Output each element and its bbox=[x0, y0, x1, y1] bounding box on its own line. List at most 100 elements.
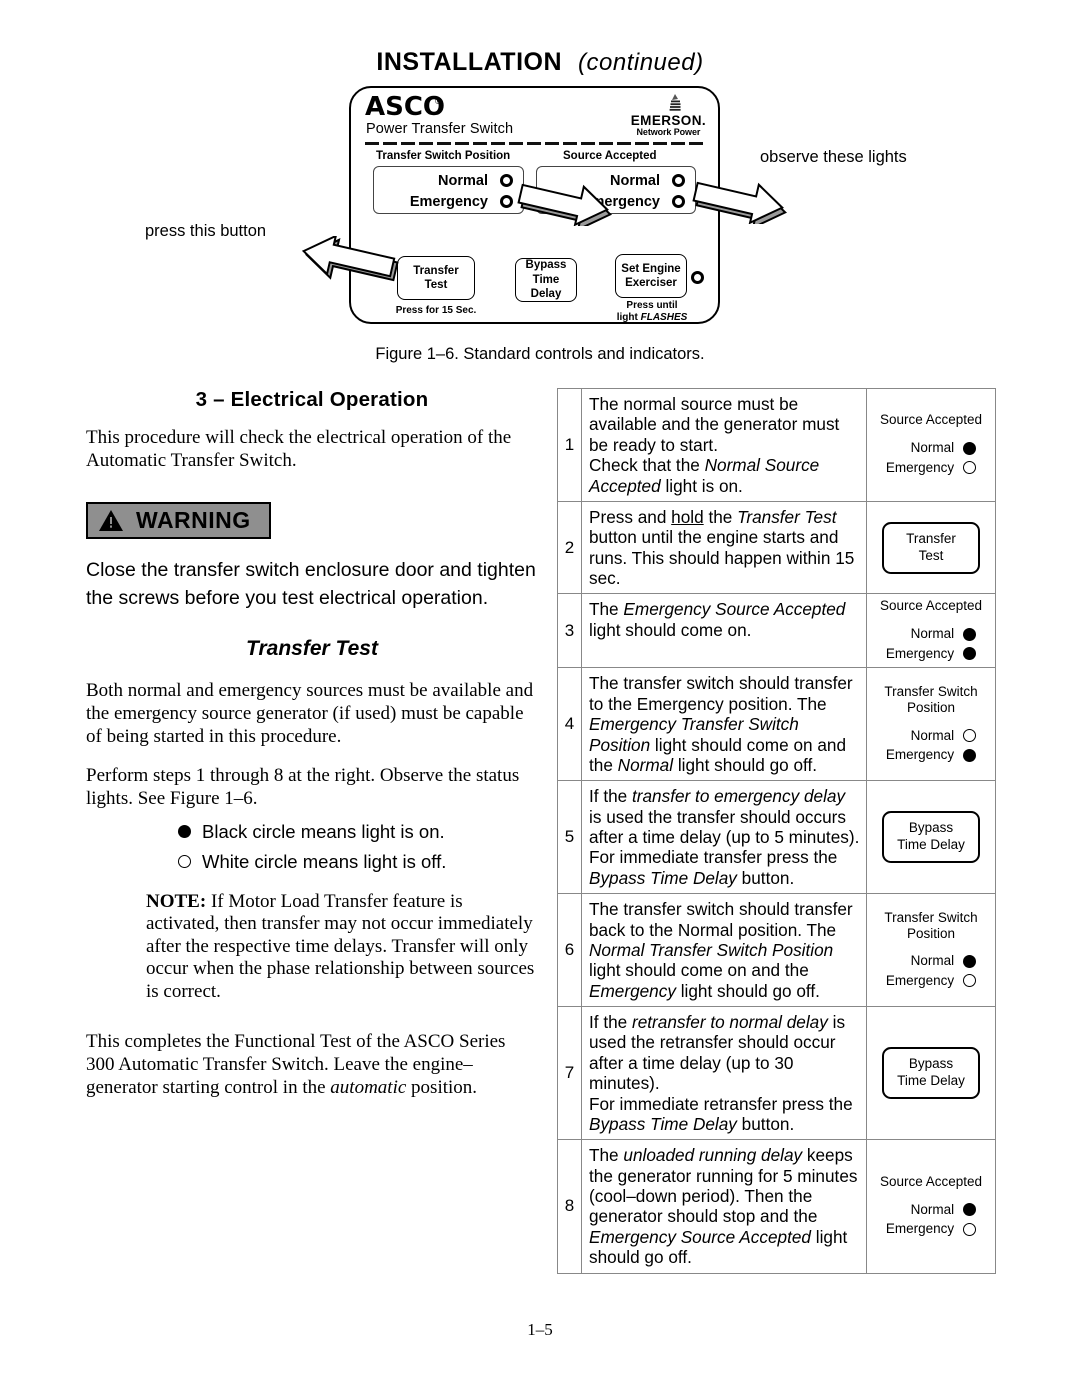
push-button-line2: Test bbox=[918, 547, 944, 563]
indicator-line-label: Emergency bbox=[885, 973, 955, 989]
step-indicator-cell: Transfer Switch Position Normal Emergency bbox=[866, 667, 996, 782]
intro-paragraph: This procedure will check the electrical… bbox=[86, 427, 512, 472]
push-button-line1: Bypass bbox=[908, 1056, 954, 1072]
step-number: 4 bbox=[557, 667, 582, 782]
left-text-column: 3 – Electrical Operation This procedure … bbox=[86, 388, 538, 1115]
indicator-line-label: Emergency bbox=[885, 459, 955, 475]
filled-circle-icon bbox=[963, 954, 977, 968]
callout-press-this-button: press this button bbox=[145, 222, 267, 240]
indicator-lines: Normal Emergency bbox=[886, 1200, 977, 1239]
step-number: 3 bbox=[557, 593, 582, 669]
group-label-transfer-switch-position: Transfer Switch Position bbox=[376, 150, 511, 162]
faceplate-transfer-test-line2: Test bbox=[424, 279, 448, 291]
indicator-group-title: Source Accepted bbox=[879, 598, 983, 614]
indicator-group-title: Source Accepted bbox=[879, 1173, 983, 1189]
indicator-lines: Normal Emergency bbox=[885, 726, 977, 765]
step-indicator-cell: Transfer Switch Position Normal Emergency bbox=[866, 893, 996, 1008]
push-button-line2: Time Delay bbox=[897, 837, 965, 853]
faceplate-sa-emergency-led-icon bbox=[672, 195, 685, 208]
callout-arrow-middle-icon bbox=[517, 183, 613, 226]
asco-logo: ASCO bbox=[365, 92, 446, 122]
indicator-line-label: Normal bbox=[910, 953, 955, 969]
faceplate-sa-normal-led-icon bbox=[672, 174, 685, 187]
step-indicator-cell: Bypass Time Delay bbox=[866, 780, 996, 895]
faceplate-tsp-normal-led-icon bbox=[500, 174, 513, 187]
indicator-line: Normal bbox=[886, 1200, 977, 1220]
faceplate-bypass-line1: Bypass bbox=[525, 259, 567, 272]
group-label-source-accepted: Source Accepted bbox=[563, 150, 657, 162]
faceplate-exerciser-note: Press until light FLASHES bbox=[613, 300, 691, 324]
indicator-line: Normal bbox=[886, 438, 977, 458]
indicator-line: Emergency bbox=[885, 458, 977, 478]
legend-label-off: White circle means light is off. bbox=[202, 850, 447, 872]
note-paragraph: NOTE: If Motor Load Transfer feature is … bbox=[146, 891, 538, 1004]
page-title-main: INSTALLATION bbox=[376, 48, 563, 76]
step-description: Press and hold the Transfer Test button … bbox=[581, 500, 867, 595]
indicator-line: Normal bbox=[886, 624, 977, 644]
closing-paragraph: This completes the Functional Test of th… bbox=[86, 1030, 506, 1098]
faceplate-sa-normal-label: Normal bbox=[610, 172, 660, 189]
legend-label-on: Black circle means light is on. bbox=[202, 820, 445, 842]
faceplate-exerciser-line2: Exerciser bbox=[625, 277, 677, 289]
indicator-line: Normal bbox=[886, 726, 977, 746]
warning-label: WARNING bbox=[136, 507, 251, 534]
push-button-line1: Transfer bbox=[906, 530, 956, 546]
table-row: 7 If the retransfer to normal delay is us… bbox=[557, 1006, 996, 1141]
indicator-line-label: Emergency bbox=[885, 747, 955, 763]
warning-body: Close the transfer switch enclosure door… bbox=[86, 559, 536, 610]
paragraph-perform-steps: Perform steps 1 through 8 at the right. … bbox=[86, 765, 520, 810]
subsection-heading-transfer-test: Transfer Test bbox=[246, 636, 378, 660]
figure-caption: Figure 1–6. Standard controls and indica… bbox=[375, 345, 705, 363]
faceplate-transfer-test-line1: Transfer bbox=[413, 264, 459, 277]
step-description: The normal source must be available and … bbox=[581, 388, 867, 502]
faceplate-bypass-time-delay-button[interactable]: Bypass Time Delay bbox=[515, 258, 577, 302]
page-number: 1–5 bbox=[527, 1320, 553, 1339]
indicator-box-transfer-switch-position: Normal Emergency bbox=[373, 166, 524, 214]
indicator-line-label: Normal bbox=[910, 1201, 955, 1217]
paragraph-sources: Both normal and emergency sources must b… bbox=[86, 679, 534, 748]
table-row: 6 The transfer switch should transfer bac… bbox=[557, 893, 996, 1008]
faceplate-transfer-test-note: Press for 15 Sec. bbox=[395, 305, 477, 316]
indicator-push-button[interactable]: Bypass Time Delay bbox=[882, 1047, 980, 1100]
faceplate-exerciser-note-line2b: FLASHES bbox=[640, 312, 688, 323]
step-indicator-cell: Bypass Time Delay bbox=[866, 1006, 996, 1141]
faceplate-set-engine-exerciser-button[interactable]: Set Engine Exerciser bbox=[615, 254, 687, 298]
step-number: 5 bbox=[557, 780, 582, 895]
open-circle-icon bbox=[963, 974, 977, 988]
faceplate-subtitle: Power Transfer Switch bbox=[366, 121, 514, 137]
open-circle-icon bbox=[178, 855, 191, 869]
indicator-lines: Normal Emergency bbox=[886, 624, 977, 663]
open-circle-icon bbox=[963, 1222, 977, 1236]
step-indicator-cell: Transfer Test bbox=[866, 500, 996, 595]
step-indicator-cell: Source Accepted Normal Emergency bbox=[866, 388, 996, 502]
open-circle-icon bbox=[963, 729, 977, 742]
faceplate-tsp-emergency-led-icon bbox=[500, 195, 513, 208]
table-row: 5 If the transfer to emergency delay is u… bbox=[557, 780, 996, 895]
section-heading: 3 – Electrical Operation bbox=[195, 388, 429, 411]
legend-list: Black circle means light is on. White ci… bbox=[86, 821, 538, 873]
step-description: The transfer switch should transfer back… bbox=[581, 893, 867, 1008]
indicator-push-button[interactable]: Transfer Test bbox=[882, 521, 980, 574]
callout-arrow-left-icon bbox=[301, 236, 399, 282]
step-description: The unloaded running delay keeps the gen… bbox=[581, 1139, 867, 1274]
open-circle-icon bbox=[963, 461, 977, 475]
page-title: INSTALLATION (continued) bbox=[0, 48, 1080, 77]
faceplate-exerciser-led-icon bbox=[691, 271, 704, 284]
indicator-push-button[interactable]: Bypass Time Delay bbox=[882, 811, 980, 864]
note-label: NOTE: bbox=[146, 890, 207, 912]
emerson-tagline: Network Power bbox=[636, 127, 701, 138]
indicator-line: Emergency bbox=[886, 1219, 977, 1239]
indicator-group-title: Transfer Switch Position bbox=[884, 683, 978, 715]
faceplate-bypass-line2: Time Delay bbox=[530, 273, 562, 301]
faceplate-exerciser-line1: Set Engine bbox=[621, 262, 681, 275]
faceplate-exerciser-note-line2a: light bbox=[616, 312, 641, 323]
table-row: 4 The transfer switch should transfer to … bbox=[557, 667, 996, 782]
indicator-group-title: Source Accepted bbox=[879, 412, 983, 428]
callout-observe-these-lights: observe these lights bbox=[760, 148, 907, 166]
filled-circle-icon bbox=[963, 1203, 977, 1217]
step-number: 8 bbox=[557, 1139, 582, 1274]
step-description: If the transfer to emergency delay is us… bbox=[581, 780, 867, 895]
procedure-table-body: 1 The normal source must be available and… bbox=[557, 388, 996, 1274]
faceplate-tsp-normal-label: Normal bbox=[438, 172, 488, 189]
push-button-line1: Bypass bbox=[908, 820, 954, 836]
